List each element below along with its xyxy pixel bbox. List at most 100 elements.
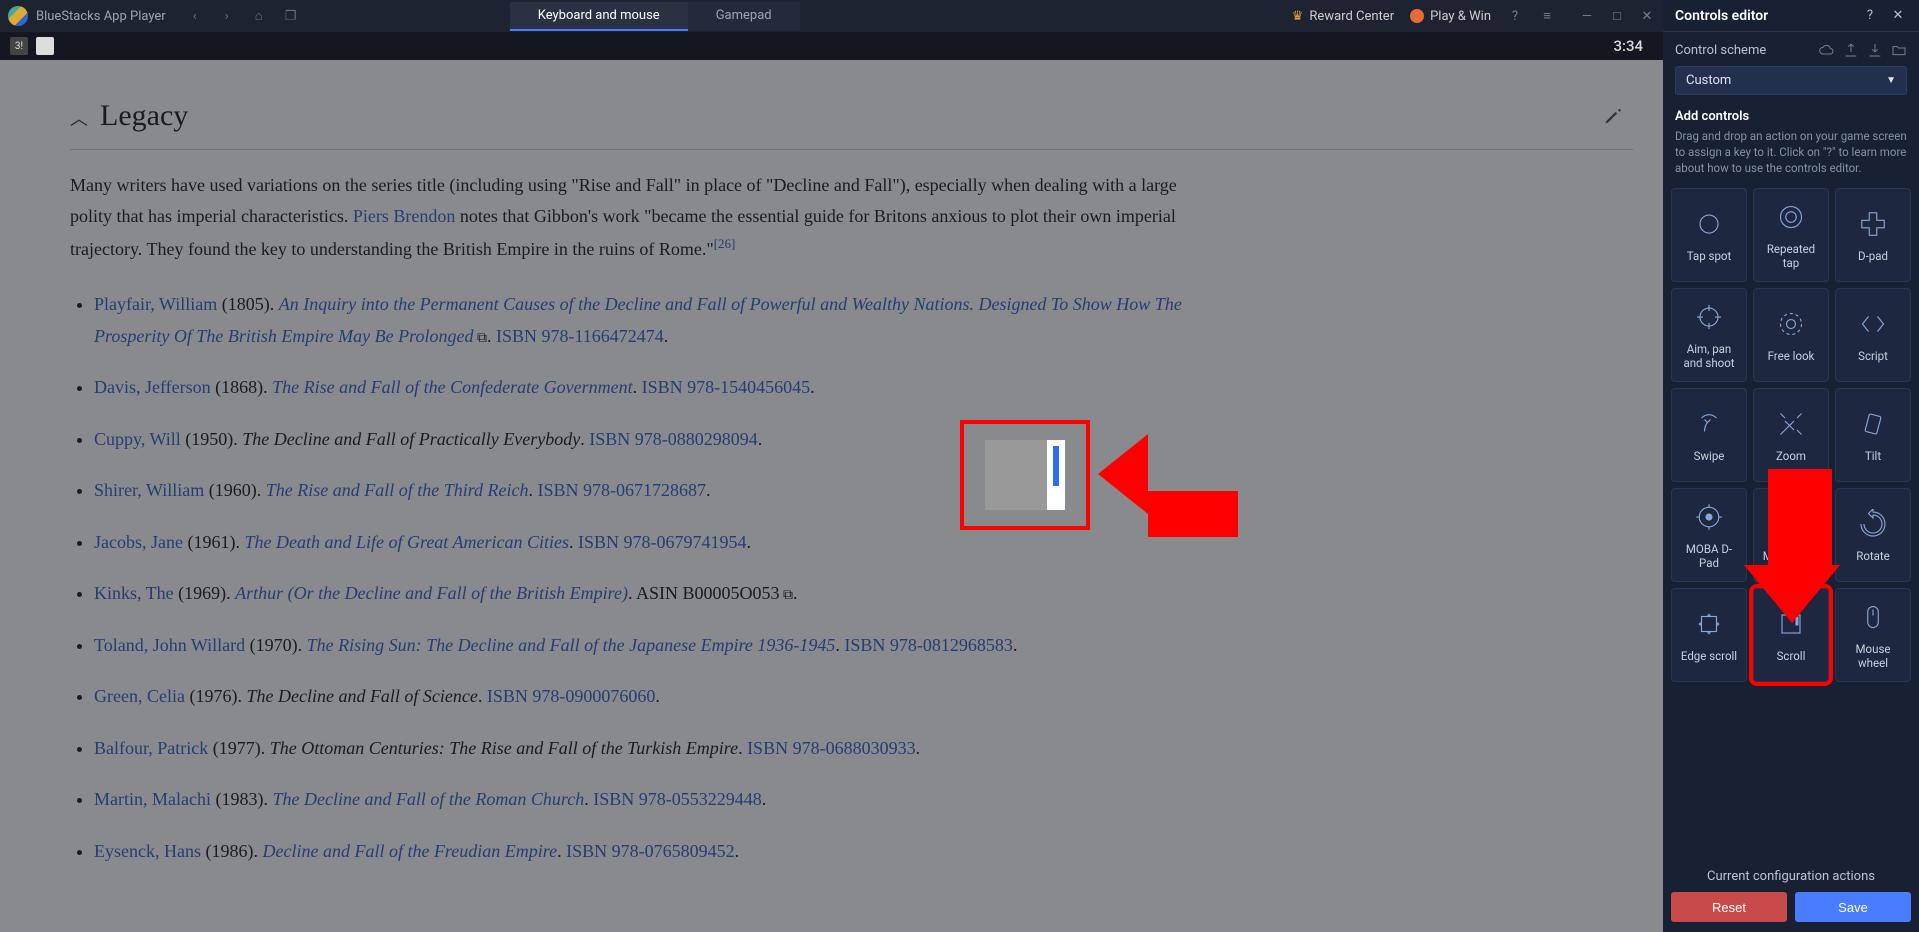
wiki-page[interactable]: ︿Legacy Many writers have used variation… xyxy=(0,60,1663,932)
control-tile-edge[interactable]: Edge scroll xyxy=(1671,588,1747,682)
control-scheme-label: Control scheme xyxy=(1675,43,1811,58)
isbn-link[interactable]: ISBN 978-0671728687 xyxy=(538,480,707,500)
bibliography-item: Kinks, The (1969). Arthur (Or the Declin… xyxy=(94,578,1210,610)
control-scheme-select[interactable]: Custom▼ xyxy=(1675,66,1907,95)
controls-editor-panel: Controls editor ? ✕ Control scheme Custo… xyxy=(1663,0,1919,932)
edit-pencil-icon[interactable] xyxy=(1603,106,1623,126)
section-heading[interactable]: ︿Legacy xyxy=(70,90,188,143)
author-link[interactable]: Balfour, Patrick xyxy=(94,738,208,758)
add-controls-heading: Add controls xyxy=(1675,109,1907,124)
tile-label: Script xyxy=(1854,349,1892,363)
title-link[interactable]: The Death and Life of Great American Cit… xyxy=(244,532,568,552)
circle-icon xyxy=(1692,207,1726,241)
title-link[interactable]: The Rise and Fall of the Third Reich xyxy=(266,480,529,500)
tile-label: D-pad xyxy=(1854,249,1892,263)
title-link[interactable]: Decline and Fall of the Freudian Empire xyxy=(262,841,557,861)
reset-button[interactable]: Reset xyxy=(1671,892,1787,922)
rotate-icon xyxy=(1856,507,1890,541)
annotation-arrow-down xyxy=(1760,469,1840,623)
external-link-icon: ⧉ xyxy=(473,331,487,346)
title-link[interactable]: The Rising Sun: The Decline and Fall of … xyxy=(307,635,836,655)
title-link[interactable]: The Rise and Fall of the Confederate Gov… xyxy=(272,377,632,397)
control-tile-swipe[interactable]: Swipe xyxy=(1671,388,1747,482)
tab-gamepad[interactable]: Gamepad xyxy=(688,2,800,31)
collapse-chevron-icon[interactable]: ︿ xyxy=(70,109,88,129)
bibliography-item: Toland, John Willard (1970). The Rising … xyxy=(94,630,1210,662)
scroll-drop-demo[interactable] xyxy=(960,420,1090,530)
bibliography-item: Playfair, William (1805). An Inquiry int… xyxy=(94,289,1210,352)
mouse-icon xyxy=(1856,600,1890,634)
control-tile-crosshair[interactable]: Aim, pan and shoot xyxy=(1671,288,1747,382)
forward-icon[interactable]: › xyxy=(218,7,236,25)
footer-label: Current configuration actions xyxy=(1671,869,1911,884)
minimize-icon[interactable]: — xyxy=(1579,8,1595,24)
chevron-down-icon: ▼ xyxy=(1886,75,1896,86)
control-tile-script[interactable]: Script xyxy=(1835,288,1911,382)
freelook-icon xyxy=(1774,307,1808,341)
isbn-link[interactable]: ISBN 978-0679741954 xyxy=(578,532,747,552)
control-tile-freelook[interactable]: Free look xyxy=(1753,288,1829,382)
tile-label: Aim, pan and shoot xyxy=(1672,342,1746,371)
isbn-link[interactable]: ISBN 978-0765809452 xyxy=(566,841,735,861)
tile-label: Mouse wheel xyxy=(1836,642,1910,671)
bibliography-item: Balfour, Patrick (1977). The Ottoman Cen… xyxy=(94,733,1210,765)
control-tile-moba[interactable]: MOBA D-Pad xyxy=(1671,488,1747,582)
author-link[interactable]: Shirer, William xyxy=(94,480,204,500)
app-switch-icon[interactable]: 3! xyxy=(10,37,28,55)
play-win-link[interactable]: Play & Win xyxy=(1410,9,1491,24)
author-link[interactable]: Green, Celia xyxy=(94,686,185,706)
isbn-link[interactable]: ISBN 978-0553229448 xyxy=(593,789,762,809)
back-icon[interactable]: ‹ xyxy=(186,7,204,25)
title-link[interactable]: Arthur (Or the Decline and Fall of the B… xyxy=(235,583,628,603)
title-link[interactable]: The Decline and Fall of the Roman Church xyxy=(272,789,584,809)
link-piers-brendon[interactable]: Piers Brendon xyxy=(353,206,456,226)
panel-close-icon[interactable]: ✕ xyxy=(1889,7,1907,25)
dice-icon xyxy=(1410,9,1424,23)
control-tile-circle[interactable]: Tap spot xyxy=(1671,188,1747,282)
scheme-cloud-icon[interactable] xyxy=(1819,42,1835,58)
isbn-link[interactable]: ISBN 978-0688030933 xyxy=(747,738,916,758)
isbn-link[interactable]: ISBN 978-0880298094 xyxy=(589,429,758,449)
isbn-link[interactable]: ISBN 978-0900076060 xyxy=(487,686,656,706)
reference-link[interactable]: [26] xyxy=(714,236,736,251)
author-link[interactable]: Playfair, William xyxy=(94,294,217,314)
isbn-link[interactable]: ISBN 978-1166472474 xyxy=(496,326,664,346)
help-icon[interactable]: ? xyxy=(1507,8,1523,24)
control-tile-scroll[interactable]: Scroll xyxy=(1753,588,1829,682)
close-icon[interactable]: ✕ xyxy=(1639,8,1655,24)
author-link[interactable]: Jacobs, Jane xyxy=(94,532,183,552)
isbn-link[interactable]: ISBN 978-0812968583 xyxy=(844,635,1013,655)
maximize-icon[interactable]: □ xyxy=(1609,8,1625,24)
control-tile-circles[interactable]: Repeated tap xyxy=(1753,188,1829,282)
save-button[interactable]: Save xyxy=(1795,892,1911,922)
author-link[interactable]: Martin, Malachi xyxy=(94,789,211,809)
control-tile-tilt[interactable]: Tilt xyxy=(1835,388,1911,482)
recent-icon[interactable]: ❐ xyxy=(282,7,300,25)
reward-center-link[interactable]: ♛Reward Center xyxy=(1292,9,1394,24)
author-link[interactable]: Toland, John Willard xyxy=(94,635,245,655)
hamburger-icon[interactable]: ≡ xyxy=(1539,8,1555,24)
control-tile-dpad[interactable]: D-pad xyxy=(1835,188,1911,282)
isbn-link[interactable]: ISBN 978-1540456045 xyxy=(642,377,811,397)
android-status-bar: 3! 3:34 xyxy=(0,32,1663,60)
author-link[interactable]: Cuppy, Will xyxy=(94,429,181,449)
scheme-export-icon[interactable] xyxy=(1843,42,1859,58)
scheme-folder-icon[interactable] xyxy=(1891,42,1907,58)
tile-label: MOBA D-Pad xyxy=(1672,542,1746,571)
author-link[interactable]: Eysenck, Hans xyxy=(94,841,201,861)
panel-help-icon[interactable]: ? xyxy=(1861,7,1879,25)
tile-label: Scroll xyxy=(1773,649,1810,663)
notification-icon[interactable] xyxy=(36,37,54,55)
zoom-icon xyxy=(1774,407,1808,441)
control-tile-mouse[interactable]: Mouse wheel xyxy=(1835,588,1911,682)
control-tile-zoom[interactable]: Zoom xyxy=(1753,388,1829,482)
author-link[interactable]: Kinks, The xyxy=(94,583,174,603)
add-controls-help: Drag and drop an action on your game scr… xyxy=(1675,128,1907,176)
control-tile-rotate[interactable]: Rotate xyxy=(1835,488,1911,582)
paragraph: Many writers have used variations on the… xyxy=(70,170,1210,266)
home-icon[interactable]: ⌂ xyxy=(250,7,268,25)
tab-keyboard-mouse[interactable]: Keyboard and mouse xyxy=(510,2,688,31)
author-link[interactable]: Davis, Jefferson xyxy=(94,377,211,397)
scheme-import-icon[interactable] xyxy=(1867,42,1883,58)
bibliography-list: Playfair, William (1805). An Inquiry int… xyxy=(70,289,1210,867)
